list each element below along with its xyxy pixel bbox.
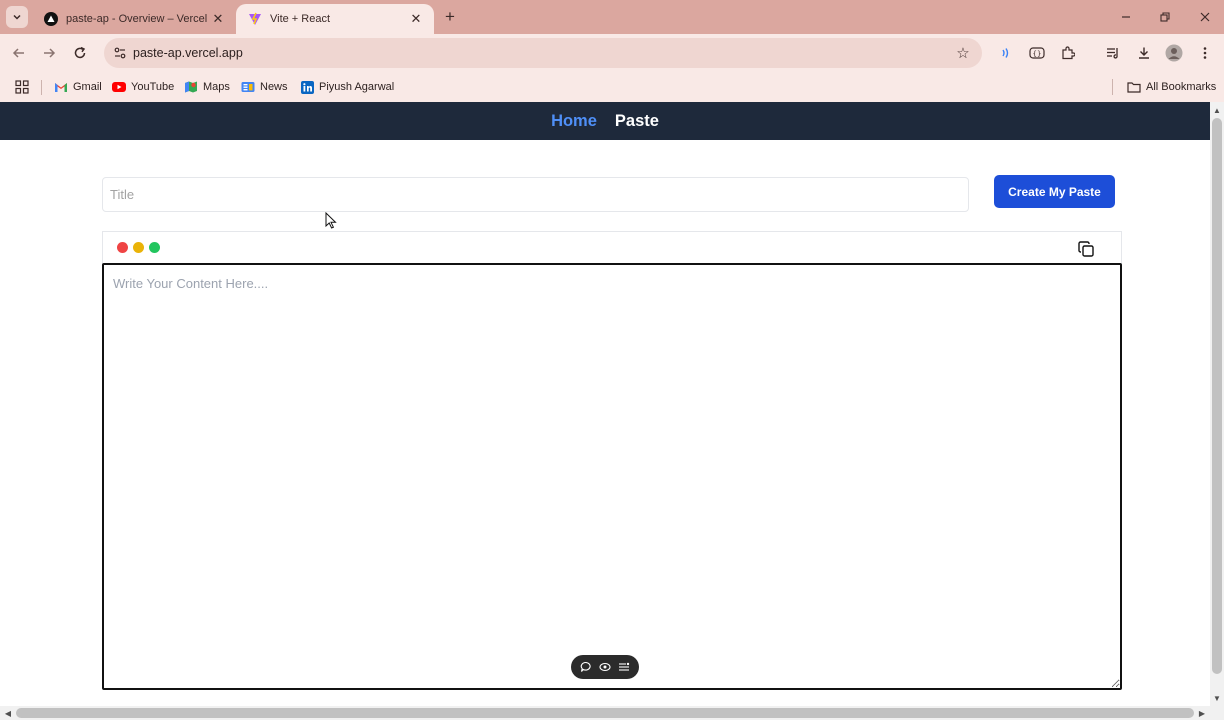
create-paste-button[interactable]: Create My Paste: [994, 175, 1115, 208]
svg-text:{}: {}: [1033, 50, 1042, 58]
minimize-icon[interactable]: [1115, 6, 1137, 28]
address-bar[interactable]: paste-ap.vercel.app ☆: [104, 38, 982, 68]
close-icon[interactable]: ✕: [210, 11, 226, 27]
gmail-icon: [54, 80, 68, 94]
browser-tabstrip: paste-ap - Overview – Vercel ✕ Vite + Re…: [0, 0, 1224, 34]
tab-search-button[interactable]: [6, 6, 28, 28]
vertical-scroll-thumb[interactable]: [1212, 118, 1222, 674]
bookmark-label: Gmail: [73, 81, 102, 93]
eye-icon[interactable]: [598, 660, 612, 674]
star-icon[interactable]: ☆: [954, 44, 972, 62]
bookmark-news[interactable]: News: [241, 79, 288, 95]
nav-home-link[interactable]: Home: [551, 112, 597, 131]
close-icon[interactable]: ✕: [408, 11, 424, 27]
tab-vercel[interactable]: paste-ap - Overview – Vercel ✕: [32, 4, 236, 34]
bookmark-label: Piyush Agarwal: [319, 81, 395, 93]
extensions-puzzle-icon[interactable]: [1058, 43, 1078, 63]
nav-paste-link[interactable]: Paste: [615, 112, 659, 131]
restore-icon[interactable]: [1154, 6, 1176, 28]
red-dot-icon: [117, 242, 128, 253]
download-icon[interactable]: [1134, 43, 1154, 63]
scroll-left-arrow-icon[interactable]: ◀: [2, 707, 14, 719]
vite-icon: [248, 12, 262, 26]
bookmark-maps[interactable]: Maps: [184, 79, 230, 95]
bookmark-gmail[interactable]: Gmail: [54, 79, 102, 95]
scroll-down-arrow-icon[interactable]: ▼: [1211, 692, 1223, 704]
bookmark-youtube[interactable]: YouTube: [112, 79, 174, 95]
tab-title: Vite + React: [270, 13, 331, 25]
mouse-cursor-icon: [325, 212, 337, 229]
reload-icon[interactable]: [69, 42, 91, 64]
bookmarks-divider: [41, 80, 42, 95]
green-dot-icon: [149, 242, 160, 253]
url-text: paste-ap.vercel.app: [133, 46, 243, 60]
site-info-icon[interactable]: [110, 43, 130, 63]
scroll-up-arrow-icon[interactable]: ▲: [1211, 104, 1223, 116]
scroll-right-arrow-icon[interactable]: ▶: [1196, 707, 1208, 719]
list-settings-icon[interactable]: [617, 660, 631, 674]
apps-grid-icon[interactable]: [15, 79, 29, 95]
bookmarks-bar: Gmail YouTube Maps News Piyush Agarwal A…: [0, 72, 1224, 102]
yellow-dot-icon: [133, 242, 144, 253]
horizontal-scroll-thumb[interactable]: [16, 708, 1194, 718]
chevron-down-icon: [13, 14, 21, 20]
bookmark-label: News: [260, 81, 288, 93]
read-aloud-icon[interactable]: [996, 43, 1016, 63]
title-input[interactable]: [102, 177, 969, 212]
bookmarks-divider: [1112, 79, 1113, 95]
new-tab-button[interactable]: +: [440, 7, 460, 27]
all-bookmarks-button[interactable]: All Bookmarks: [1127, 79, 1216, 95]
more-menu-icon[interactable]: [1195, 43, 1215, 63]
extension-badge-icon[interactable]: {}: [1027, 43, 1047, 63]
all-bookmarks-label: All Bookmarks: [1146, 81, 1217, 93]
content-textarea[interactable]: [102, 263, 1122, 690]
back-arrow-icon[interactable]: [8, 42, 30, 64]
comment-icon[interactable]: [579, 660, 593, 674]
maps-icon: [184, 80, 198, 94]
tab-vite-react[interactable]: Vite + React ✕: [236, 4, 434, 34]
tab-title: paste-ap - Overview – Vercel: [66, 13, 208, 25]
profile-avatar[interactable]: [1164, 43, 1184, 63]
media-control-icon[interactable]: [1103, 43, 1123, 63]
news-icon: [241, 80, 255, 94]
forward-arrow-icon[interactable]: [38, 42, 60, 64]
bookmark-label: YouTube: [131, 81, 175, 93]
browser-toolbar: paste-ap.vercel.app ☆ {}: [0, 34, 1224, 72]
editor-header: [102, 231, 1122, 264]
vercel-icon: [44, 12, 58, 26]
floating-toolbar: [571, 655, 639, 679]
youtube-icon: [112, 80, 126, 94]
window-close-icon[interactable]: [1194, 6, 1216, 28]
bookmark-label: Maps: [203, 81, 230, 93]
bookmark-linkedin[interactable]: Piyush Agarwal: [300, 79, 394, 95]
app-navbar: Home Paste: [0, 102, 1210, 140]
linkedin-icon: [300, 80, 314, 94]
copy-icon[interactable]: [1076, 239, 1096, 259]
folder-icon: [1127, 80, 1141, 94]
